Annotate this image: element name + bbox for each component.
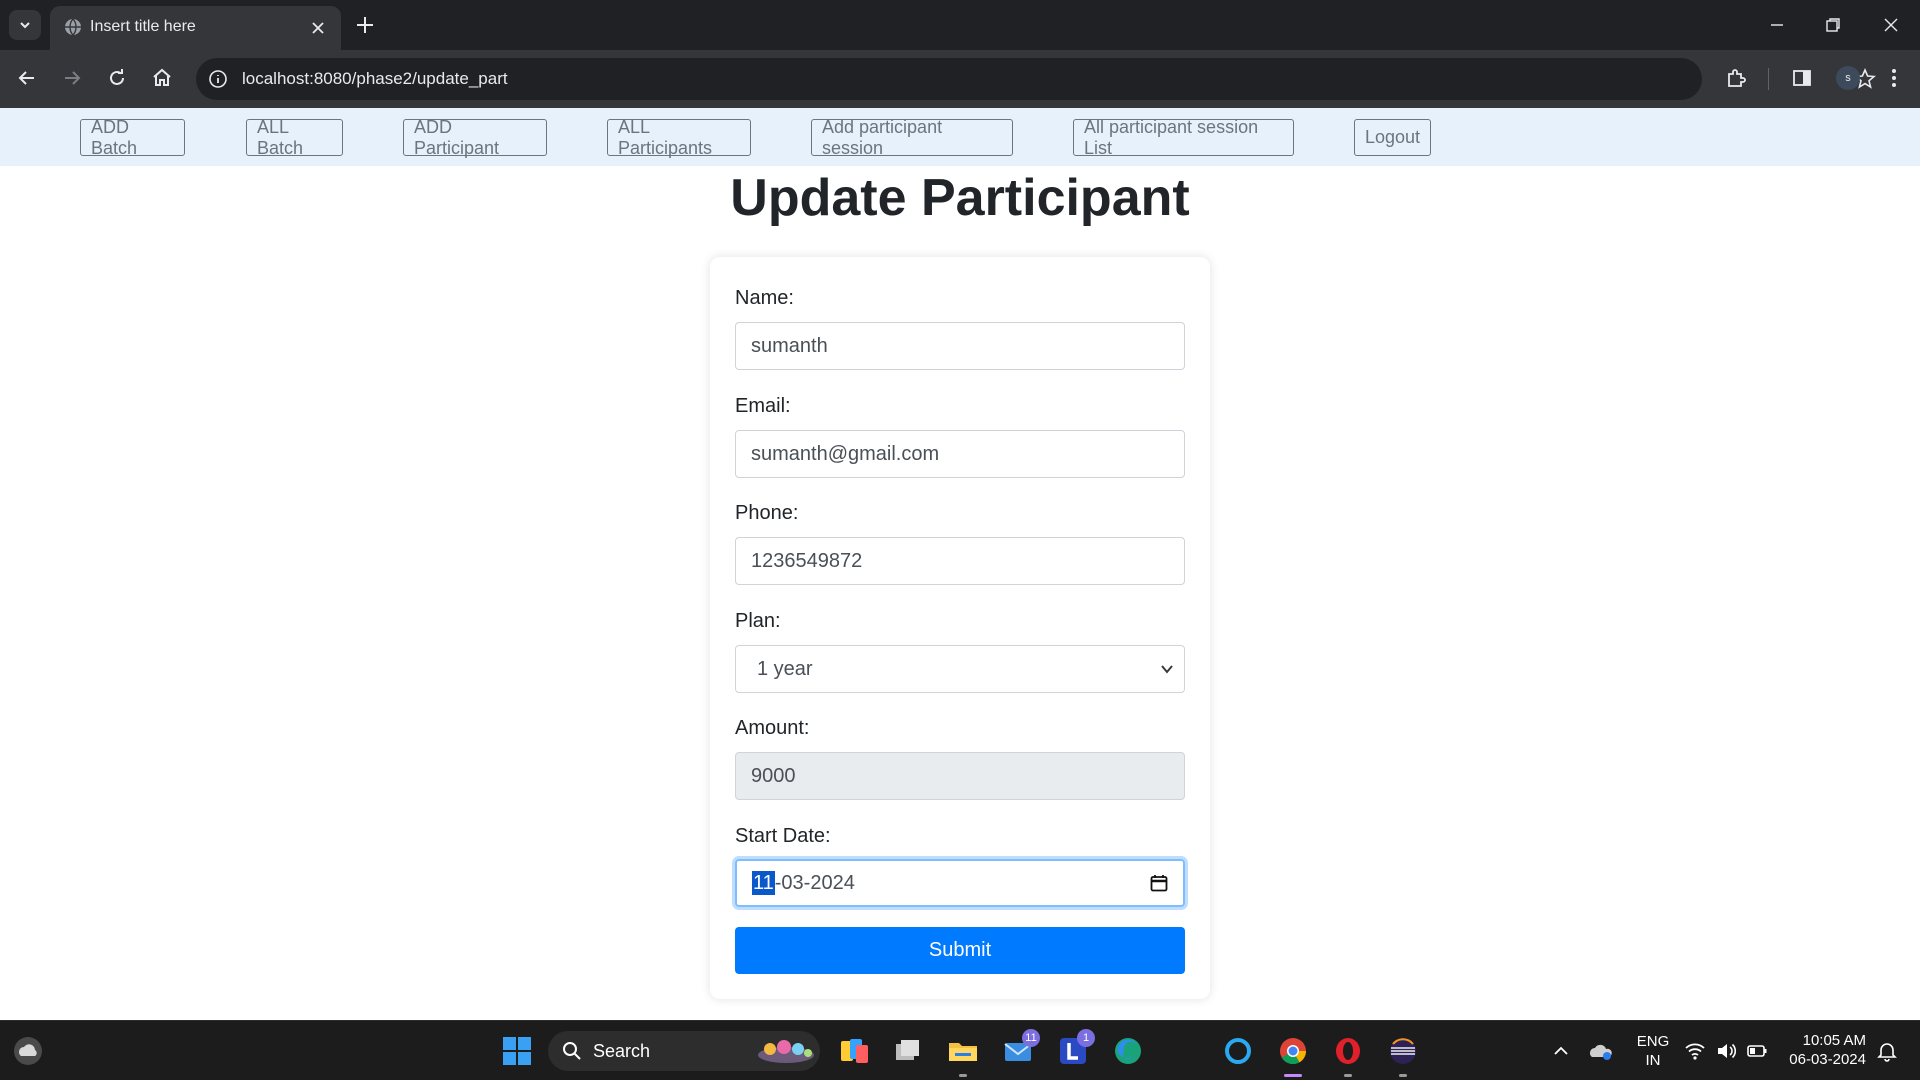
nav-add-participant-session[interactable]: Add participant session: [811, 117, 1013, 158]
amount-label: Amount:: [735, 717, 810, 739]
taskbar-mail[interactable]: 11: [1000, 1029, 1040, 1069]
phone-label: Phone:: [735, 502, 799, 524]
restore-icon[interactable]: [1822, 14, 1844, 36]
volume-icon[interactable]: [1715, 1040, 1737, 1062]
name-input[interactable]: sumanth: [735, 322, 1185, 370]
wifi-icon[interactable]: [1684, 1040, 1706, 1062]
onedrive-cloud-icon[interactable]: [1588, 1039, 1614, 1063]
email-label: Email:: [735, 395, 791, 417]
chevron-down-icon: [1161, 665, 1173, 674]
mail-badge: 11: [1022, 1029, 1040, 1047]
weather-widget[interactable]: [10, 1033, 46, 1069]
clock[interactable]: 10:05 AM 06-03-2024: [1786, 1031, 1866, 1069]
close-icon[interactable]: [308, 18, 328, 38]
clock-date: 06-03-2024: [1789, 1051, 1866, 1068]
plan-selected-value: 1 year: [757, 657, 813, 680]
extensions-puzzle-icon[interactable]: [1724, 66, 1748, 90]
browser-tab-active[interactable]: Insert title here: [50, 6, 341, 50]
taskbar-l-app[interactable]: 1: [1055, 1029, 1095, 1069]
l-app-badge: 1: [1077, 1029, 1095, 1047]
nav-all-batch[interactable]: ALL Batch: [246, 117, 343, 158]
nav-add-batch[interactable]: ADD Batch: [80, 117, 185, 158]
taskbar-edge[interactable]: [1110, 1033, 1146, 1069]
language-indicator[interactable]: ENG IN: [1633, 1032, 1673, 1070]
battery-icon[interactable]: [1746, 1040, 1768, 1062]
search-icon: [563, 1042, 581, 1060]
url-text[interactable]: localhost:8080/phase2/update_part: [242, 69, 508, 89]
calendar-icon[interactable]: [1149, 873, 1169, 893]
page-title: Update Participant: [730, 169, 1190, 227]
windows-taskbar: Search 11 1 ENG IN 10:05 AM 06-03-2024: [0, 1020, 1920, 1080]
minimize-icon[interactable]: [1766, 14, 1788, 36]
window-close-icon[interactable]: [1880, 14, 1902, 36]
active-indicator: [1284, 1074, 1302, 1077]
nav-add-participant[interactable]: ADD Participant: [403, 117, 547, 158]
plan-label: Plan:: [735, 610, 781, 632]
update-participant-form: Name: sumanth Email: sumanth@gmail.com P…: [710, 257, 1210, 999]
back-arrow-icon[interactable]: [14, 65, 40, 91]
language-code: ENG: [1636, 1033, 1670, 1050]
running-indicator: [1399, 1074, 1407, 1077]
cortana-ring-icon: [1225, 1038, 1251, 1064]
nav-all-participants[interactable]: ALL Participants: [607, 117, 751, 158]
profile-avatar[interactable]: s: [1836, 66, 1860, 90]
browser-tabstrip: Insert title here: [0, 0, 1920, 50]
address-bar[interactable]: localhost:8080/phase2/update_part: [196, 58, 1876, 100]
submit-button[interactable]: Submit: [735, 927, 1185, 974]
windows-logo-icon: [503, 1037, 531, 1065]
folder-icon: [949, 1043, 977, 1061]
eclipse-ide-icon: [1390, 1038, 1416, 1064]
opera-browser-icon: [1336, 1038, 1360, 1064]
forward-arrow-icon[interactable]: [59, 65, 85, 91]
amount-input: 9000: [735, 752, 1185, 800]
nav-logout[interactable]: Logout: [1354, 119, 1431, 156]
edge-browser-icon: [1115, 1038, 1141, 1064]
running-indicator: [1344, 1074, 1352, 1077]
date-value: 11-03-2024: [752, 870, 855, 895]
taskbar-search[interactable]: Search: [548, 1031, 820, 1071]
search-label: Search: [593, 1041, 651, 1061]
browser-toolbar: localhost:8080/phase2/update_part s: [0, 50, 1920, 108]
name-label: Name:: [735, 287, 794, 309]
globe-icon: [65, 18, 81, 36]
side-panel-icon[interactable]: [1790, 66, 1814, 90]
taskbar-chrome[interactable]: [1275, 1033, 1311, 1077]
start-date-input[interactable]: 11-03-2024: [735, 859, 1185, 907]
colorful-app-icon: [841, 1039, 868, 1063]
search-highlight-icon: [758, 1040, 814, 1063]
chrome-browser-icon: [1280, 1038, 1307, 1065]
chevron-up-icon[interactable]: [1551, 1041, 1571, 1061]
task-view-icon: [896, 1040, 919, 1060]
taskbar-task-view[interactable]: [890, 1033, 926, 1069]
home-icon[interactable]: [149, 65, 175, 91]
tab-search-button[interactable]: [9, 10, 41, 40]
tab-title: Insert title here: [90, 18, 196, 35]
language-region: IN: [1645, 1052, 1661, 1069]
chevron-down-icon: [20, 22, 30, 29]
nav-all-participant-session-list[interactable]: All participant session List: [1073, 117, 1294, 158]
notification-bell-icon[interactable]: [1876, 1040, 1898, 1062]
running-indicator: [959, 1074, 967, 1077]
new-tab-plus-icon[interactable]: [354, 14, 376, 36]
taskbar-opera[interactable]: [1330, 1033, 1366, 1077]
date-month-year-segment[interactable]: -03-2024: [775, 872, 855, 894]
plan-select[interactable]: 1 year: [735, 645, 1185, 693]
clock-time: 10:05 AM: [1802, 1032, 1866, 1049]
phone-input[interactable]: 1236549872: [735, 537, 1185, 585]
taskbar-app-preview[interactable]: [836, 1033, 872, 1069]
more-menu-icon[interactable]: [1882, 66, 1906, 90]
app-navbar: ADD Batch ALL Batch ADD Participant ALL …: [0, 108, 1920, 166]
date-day-segment[interactable]: 11: [752, 870, 775, 895]
taskbar-cortana[interactable]: [1220, 1033, 1256, 1069]
email-input[interactable]: sumanth@gmail.com: [735, 430, 1185, 478]
toolbar-separator: [1768, 68, 1769, 90]
start-button[interactable]: [499, 1033, 535, 1069]
reload-icon[interactable]: [104, 65, 130, 91]
site-info-icon[interactable]: [208, 69, 228, 89]
taskbar-eclipse[interactable]: [1385, 1033, 1421, 1077]
weather-cloud-icon: [14, 1037, 42, 1065]
start-date-label: Start Date:: [735, 825, 831, 847]
taskbar-file-explorer[interactable]: [945, 1033, 981, 1077]
